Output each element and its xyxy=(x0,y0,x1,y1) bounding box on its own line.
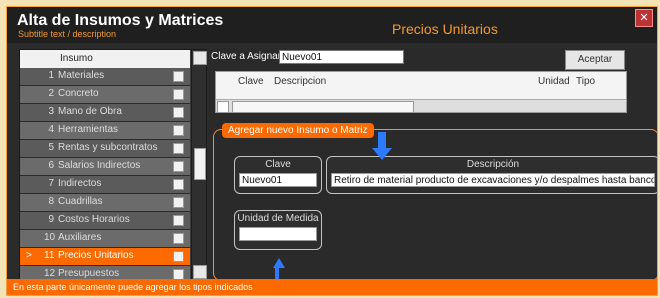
results-table: Clave Descripcion Unidad Tipo xyxy=(215,71,627,113)
titlebar: Alta de Insumos y Matrices Subtitle text… xyxy=(7,7,657,43)
list-item[interactable]: 4 Herramientas xyxy=(20,122,190,140)
accept-button[interactable]: Aceptar xyxy=(565,50,625,70)
row-checkbox[interactable] xyxy=(173,125,184,136)
current-row-icon: > xyxy=(26,250,32,261)
description-box: Descripción Retiro de material producto … xyxy=(326,156,657,194)
column-header: Descripcion xyxy=(274,76,327,87)
table-horizontal-scrollbar[interactable] xyxy=(216,99,626,113)
clave-assign-input[interactable]: Nuevo01 xyxy=(279,50,404,64)
status-bar: En esta parte únicamente puede agregar l… xyxy=(7,279,657,295)
unit-label: Unidad de Medida xyxy=(237,213,319,224)
row-label: Cuadrillas xyxy=(58,196,103,207)
row-checkbox[interactable] xyxy=(173,251,184,262)
scroll-left-icon[interactable] xyxy=(217,101,229,113)
row-label: Auxiliares xyxy=(58,232,102,243)
unit-input[interactable] xyxy=(239,227,317,241)
right-panel: Clave a Asignar Nuevo01 Aceptar Clave De… xyxy=(209,49,657,284)
list-item[interactable]: 9 Costos Horarios xyxy=(20,212,190,230)
row-label: Herramientas xyxy=(58,124,119,135)
row-number: 1 xyxy=(48,70,54,81)
row-label: Presupuestos xyxy=(58,268,120,279)
row-label: Costos Horarios xyxy=(58,214,130,225)
row-checkbox[interactable] xyxy=(173,71,184,82)
row-number: 10 xyxy=(44,232,56,243)
insumo-grid: Insumo 1 Materiales 2 Concreto 3 Mano de… xyxy=(19,49,207,284)
row-label: Concreto xyxy=(58,88,99,99)
row-checkbox[interactable] xyxy=(173,179,184,190)
section-title: Precios Unitarios xyxy=(392,21,498,37)
row-label: Salarios Indirectos xyxy=(58,160,141,171)
grid-header: Insumo xyxy=(20,50,190,69)
list-item[interactable]: 7 Indirectos xyxy=(20,176,190,194)
scroll-down-icon[interactable] xyxy=(193,265,207,279)
row-checkbox[interactable] xyxy=(173,89,184,100)
unit-box: Unidad de Medida xyxy=(234,210,322,250)
row-number: 6 xyxy=(48,160,54,171)
close-icon[interactable]: ✕ xyxy=(635,9,653,27)
list-item[interactable]: 10 Auxiliares xyxy=(20,230,190,248)
window-title: Alta de Insumos y Matrices xyxy=(17,12,224,29)
description-input[interactable]: Retiro de material producto de excavacio… xyxy=(331,173,655,187)
row-label: Rentas y subcontratos xyxy=(58,142,158,153)
row-label: Mano de Obra xyxy=(58,106,122,117)
row-checkbox[interactable] xyxy=(173,197,184,208)
column-header: Clave xyxy=(238,76,264,87)
row-number: 4 xyxy=(48,124,54,135)
group-tab: Agregar nuevo Insumo o Matriz xyxy=(222,123,374,138)
row-checkbox[interactable] xyxy=(173,143,184,154)
row-number: 5 xyxy=(48,142,54,153)
description-label: Descripción xyxy=(466,159,520,170)
window-subtitle: Subtitle text / description xyxy=(18,29,117,39)
list-item[interactable]: 2 Concreto xyxy=(20,86,190,104)
row-label: Materiales xyxy=(58,70,105,81)
clave-input[interactable]: Nuevo01 xyxy=(239,173,317,187)
clave-assign-label: Clave a Asignar xyxy=(211,51,282,62)
row-number: 2 xyxy=(48,88,54,99)
row-label: Precios Unitarios xyxy=(58,250,134,261)
row-number: 3 xyxy=(48,106,54,117)
scroll-thumb[interactable] xyxy=(232,101,414,113)
row-number: 7 xyxy=(48,178,54,189)
row-checkbox[interactable] xyxy=(173,107,184,118)
list-item[interactable]: 6 Salarios Indirectos xyxy=(20,158,190,176)
grid-vertical-scrollbar[interactable] xyxy=(191,50,207,280)
new-item-group: Agregar nuevo Insumo o Matriz Clave Nuev… xyxy=(213,123,657,284)
scroll-thumb[interactable] xyxy=(194,148,206,180)
list-item[interactable]: 3 Mano de Obra xyxy=(20,104,190,122)
row-label: Indirectos xyxy=(58,178,102,189)
row-checkbox[interactable] xyxy=(173,215,184,226)
list-item[interactable]: 5 Rentas y subcontratos xyxy=(20,140,190,158)
row-number: 8 xyxy=(48,196,54,207)
list-item[interactable]: > 11 Precios Unitarios xyxy=(20,248,190,266)
clave-label: Clave xyxy=(265,159,291,170)
list-item[interactable]: 8 Cuadrillas xyxy=(20,194,190,212)
grid-header-label: Insumo xyxy=(60,53,93,64)
row-number: 9 xyxy=(48,214,54,225)
row-number: 11 xyxy=(44,250,55,261)
list-item[interactable]: 1 Materiales xyxy=(20,68,190,86)
scroll-up-icon[interactable] xyxy=(193,51,207,65)
row-checkbox[interactable] xyxy=(173,161,184,172)
row-number: 12 xyxy=(44,268,56,279)
column-header: Unidad xyxy=(538,76,570,87)
main-window: Alta de Insumos y Matrices Subtitle text… xyxy=(6,6,658,296)
row-checkbox[interactable] xyxy=(173,233,184,244)
column-header: Tipo xyxy=(576,76,596,87)
clave-box: Clave Nuevo01 xyxy=(234,156,322,194)
